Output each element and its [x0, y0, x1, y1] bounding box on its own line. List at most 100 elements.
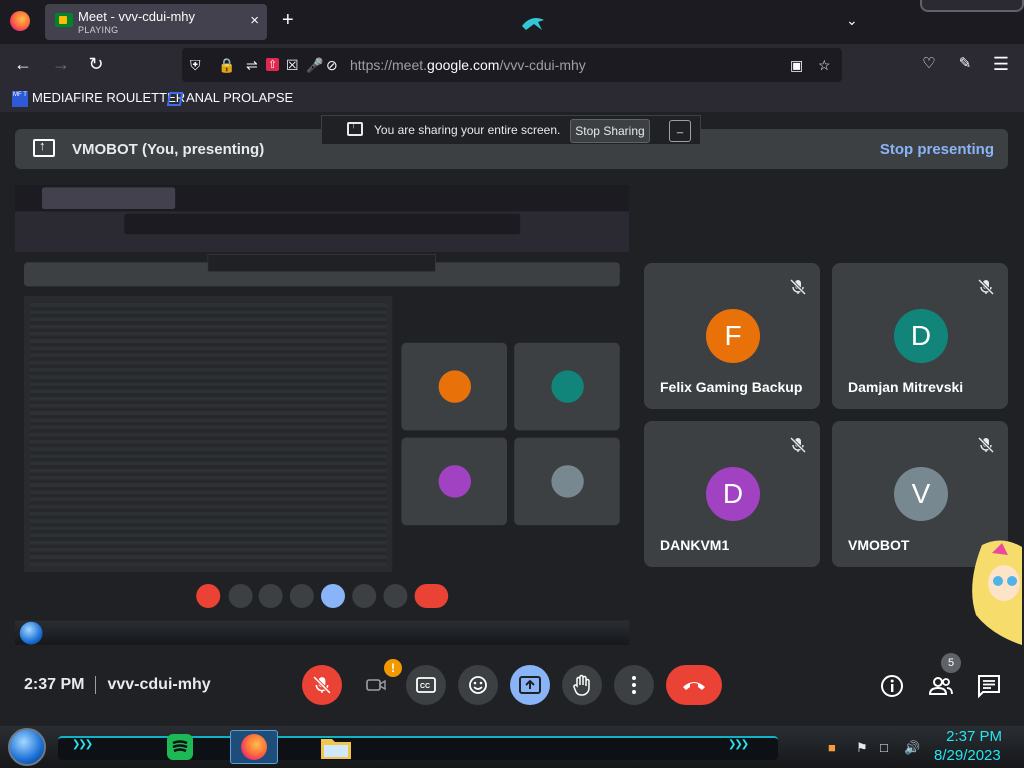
window-decoration	[920, 0, 1024, 12]
meet-favicon-icon	[55, 13, 73, 27]
tracking-shield-icon[interactable]: ⛨	[190, 57, 201, 74]
taskbar-app-spotify[interactable]	[156, 730, 204, 764]
mic-off-icon	[978, 279, 994, 295]
dolphin-logo-icon	[522, 18, 544, 30]
raise-hand-button[interactable]	[562, 665, 602, 705]
raise-hand-icon	[573, 674, 590, 696]
mic-off-icon	[790, 279, 806, 295]
bookmarks-bar: MF T MEDIAFIRE ROULETTER ANAL PROLAPSE	[0, 86, 1024, 112]
stop-sharing-button[interactable]: Stop Sharing	[570, 119, 650, 143]
mic-blocked-icon[interactable]: 🎤	[306, 57, 323, 74]
participant-name: Felix Gaming Backup	[660, 379, 803, 395]
share-notice-text: You are sharing your entire screen.	[374, 123, 561, 137]
meeting-code: vvv-cdui-mhy	[107, 676, 211, 694]
present-now-button[interactable]	[510, 665, 550, 705]
taskbar-clock-time[interactable]: 2:37 PM	[940, 728, 1002, 745]
taskbar: ❯❯❯ ❯❯❯	[0, 726, 1024, 768]
browser-tab-meet[interactable]: Meet - vvv-cdui-mhy PLAYING ×	[45, 4, 267, 40]
reload-icon[interactable]: ↻	[85, 54, 107, 75]
tab-close-button[interactable]: ×	[250, 12, 259, 29]
browser-nav-bar: ← → ↻ ⛨ 🔒 ⇌ ⇧ ☒ 🎤 ⊘ https://meet.google.…	[0, 44, 1024, 86]
bookmark-mediafire[interactable]: MF T MEDIAFIRE ROULETTER	[12, 90, 185, 107]
camera-blocked-icon[interactable]: ☒	[286, 57, 299, 74]
meeting-details-icon[interactable]	[879, 673, 905, 699]
network-icon[interactable]: □	[880, 740, 888, 755]
meeting-info: 2:37 PM vvv-cdui-mhy	[24, 676, 211, 694]
folder-icon	[321, 739, 351, 759]
firefox-logo-icon[interactable]	[10, 11, 30, 31]
camera-warning-badge: !	[384, 659, 402, 677]
taskbar-app-explorer[interactable]	[312, 730, 360, 764]
leave-call-button[interactable]	[666, 665, 722, 705]
people-icon[interactable]	[928, 673, 954, 699]
bookmark-second[interactable]: ANAL PROLAPSE	[166, 90, 293, 106]
camera-icon	[366, 679, 386, 691]
tray-app-icon[interactable]: ■	[828, 740, 836, 755]
extensions-icon[interactable]: ✎	[954, 54, 976, 72]
participant-name: DANKVM1	[660, 537, 730, 553]
back-arrow-icon[interactable]: ←	[12, 54, 34, 75]
screen-share-indicator-icon[interactable]: ⇧	[266, 58, 280, 71]
camera-toggle-button[interactable]: !	[356, 659, 402, 705]
present-screen-icon	[519, 676, 541, 694]
start-button[interactable]	[8, 728, 46, 766]
screen-share-notification: You are sharing your entire screen. Stop…	[321, 115, 701, 145]
mic-off-icon	[978, 437, 994, 453]
participant-count-badge: 5	[941, 653, 961, 673]
url-text[interactable]: https://meet.google.com/vvv-cdui-mhy	[350, 57, 586, 73]
list-tabs-chevron-icon[interactable]: ⌄	[846, 12, 858, 29]
mic-off-icon	[790, 437, 806, 453]
url-bar[interactable]: ⛨ 🔒 ⇌ ⇧ ☒ 🎤 ⊘ https://meet.google.com/vv…	[182, 48, 842, 82]
taskbar-chevron-decoration: ❯❯❯	[72, 739, 93, 750]
reactions-button[interactable]	[458, 665, 498, 705]
mic-off-icon	[313, 676, 331, 694]
end-call-icon	[683, 682, 705, 690]
spotify-icon	[167, 734, 193, 760]
present-screen-icon	[33, 138, 55, 157]
autoplay-blocked-icon[interactable]: ⊘	[326, 57, 338, 74]
participant-avatar: V	[894, 467, 948, 521]
participant-tile[interactable]: D Damjan Mitrevski	[832, 263, 1008, 409]
hide-notification-button[interactable]: _	[669, 120, 691, 142]
picture-in-picture-icon[interactable]: ▣	[790, 57, 803, 74]
lock-icon[interactable]: 🔒	[218, 57, 235, 74]
taskbar-app-firefox[interactable]	[230, 730, 278, 764]
participant-tile[interactable]: F Felix Gaming Backup	[644, 263, 820, 409]
participant-name: Damjan Mitrevski	[848, 379, 964, 395]
captions-icon: CC	[416, 677, 436, 693]
firefox-icon	[241, 734, 267, 760]
menu-hamburger-icon[interactable]: ☰	[990, 54, 1012, 75]
pocket-icon[interactable]: ♡	[918, 54, 940, 72]
tab-title: Meet - vvv-cdui-mhy	[78, 9, 196, 24]
chat-icon[interactable]	[976, 673, 1002, 699]
participant-name: VMOBOT	[848, 537, 910, 553]
new-tab-button[interactable]: +	[282, 9, 294, 32]
permissions-icon[interactable]: ⇌	[246, 57, 258, 74]
browser-tab-bar: Meet - vvv-cdui-mhy PLAYING × + ⌄	[0, 0, 1024, 44]
stop-presenting-button[interactable]: Stop presenting	[880, 141, 994, 158]
presenting-label: VMOBOT (You, presenting)	[72, 141, 265, 158]
meeting-time: 2:37 PM	[24, 676, 85, 694]
participant-tile[interactable]: D DANKVM1	[644, 421, 820, 567]
more-vert-icon	[632, 676, 636, 694]
tab-playing-label: PLAYING	[78, 25, 119, 35]
microphone-toggle-button[interactable]	[302, 665, 342, 705]
mediafire-icon: MF T	[12, 90, 28, 107]
captions-button[interactable]: CC	[406, 665, 446, 705]
cartoon-character-sticker	[972, 540, 1022, 645]
participant-avatar: D	[706, 467, 760, 521]
share-screen-icon	[347, 120, 363, 136]
participant-avatar: F	[706, 309, 760, 363]
volume-icon[interactable]: 🔊	[904, 740, 920, 756]
participant-avatar: D	[894, 309, 948, 363]
taskbar-clock-date[interactable]: 8/29/2023	[934, 747, 1001, 764]
more-options-button[interactable]	[614, 665, 654, 705]
tray-flag-icon[interactable]: ⚑	[856, 740, 868, 756]
shared-screen-view	[15, 185, 629, 645]
svg-text:CC: CC	[420, 683, 430, 690]
bookmark-star-icon[interactable]: ☆	[818, 57, 831, 74]
taskbar-chevron-decoration-right: ❯❯❯	[728, 739, 749, 750]
bookmark-logo-icon	[166, 91, 184, 106]
emoji-icon	[469, 676, 487, 694]
forward-arrow-icon[interactable]: →	[50, 54, 72, 75]
